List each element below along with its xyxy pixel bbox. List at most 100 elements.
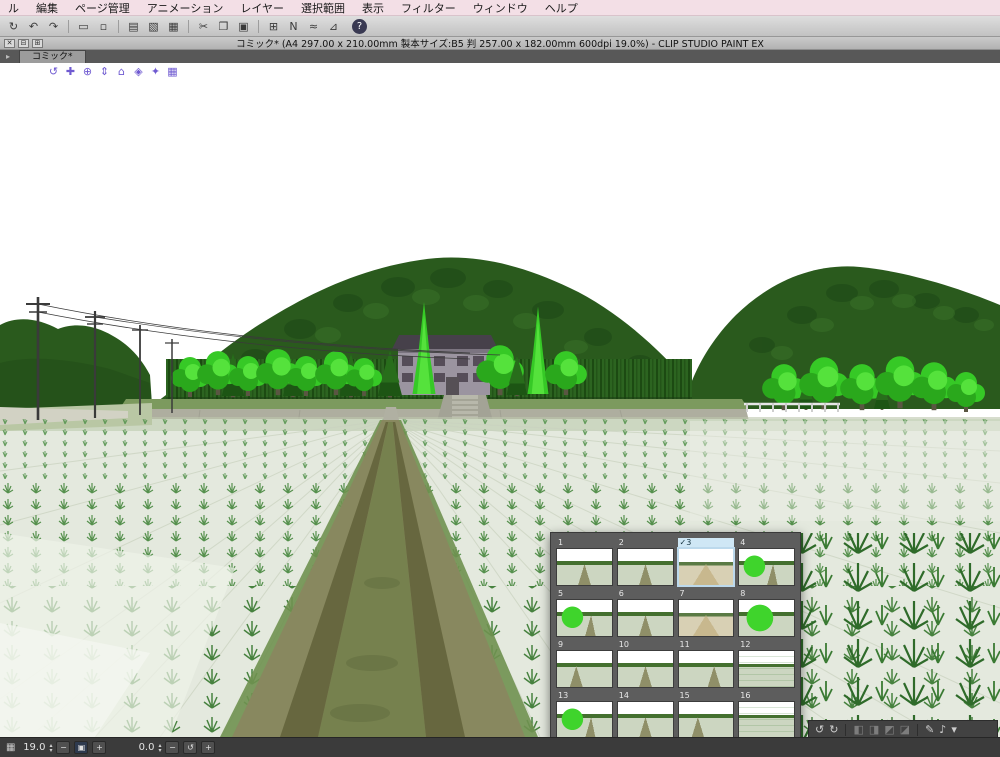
preset-thumbnail[interactable] [556,599,613,637]
menu-window[interactable]: ウィンドウ [473,0,528,16]
preset-item[interactable]: 12 [738,640,795,688]
rotate-canvas-icon[interactable]: ↻ [4,18,23,35]
preset-thumbnail[interactable] [616,599,674,637]
zoom-in-button[interactable]: + [92,741,107,754]
menu-selection[interactable]: 選択範囲 [301,0,345,16]
preset-thumbnail[interactable] [738,548,795,586]
open-icon[interactable]: ▧ [144,18,163,35]
menu-file[interactable]: ル [8,0,19,16]
pose-icon[interactable]: ◧ [853,724,863,735]
preset-thumbnail[interactable] [738,701,795,737]
material-icon[interactable]: ◨ [869,724,879,735]
next-camera-angle-icon[interactable]: ↻ [829,724,838,735]
light-source-icon[interactable]: ◩ [884,724,894,735]
menu-edit[interactable]: 編集 [36,0,58,16]
preset-thumbnail[interactable] [616,701,674,737]
preset-thumbnail[interactable] [616,548,674,586]
preset-thumbnail[interactable] [738,650,795,688]
preset-thumbnail[interactable] [556,548,613,586]
navigator-grid-icon[interactable]: ▦ [6,742,15,753]
menu-view[interactable]: 表示 [362,0,384,16]
status-bar: ▦ 19.0 ▴ ▾ − ▣ + 0.0 ▴ ▾ − ↺ + [0,737,1000,757]
preset-item[interactable]: 15 [677,691,735,737]
rotate-reset-button[interactable]: ↺ [183,741,198,754]
camera-pan-icon[interactable]: ✚ [63,65,78,79]
edit-object-icon[interactable]: ✎ [925,724,934,735]
tab-scroll-icon[interactable]: ▸ [2,51,14,63]
zoom-out-button[interactable]: − [56,741,71,754]
menu-filter[interactable]: フィルター [401,0,456,16]
preset-item[interactable]: 10 [616,640,674,688]
ground-plane-icon[interactable]: ◪ [900,724,910,735]
preset-thumbnail[interactable] [616,650,674,688]
help-icon[interactable]: ? [352,18,367,34]
more-options-icon[interactable]: ▾ [951,724,957,735]
preset-thumbnail[interactable] [556,701,613,737]
object-toolbar: ↺ ↻ ◧ ◨ ◩ ◪ ✎ ♪ ▾ [808,720,998,737]
preset-number: 1 [558,538,564,547]
rotation-stepper[interactable]: ▴ ▾ [158,742,161,753]
preset-number: 14 [618,691,629,700]
preset-item[interactable]: 8 [738,589,795,637]
preset-item[interactable]: 16 [738,691,795,737]
undo-icon[interactable]: ↶ [24,18,43,35]
save-icon[interactable]: ▦ [164,18,183,35]
sound-icon[interactable]: ♪ [939,724,946,735]
cut-icon[interactable]: ✂ [194,18,213,35]
camera-rotate-icon[interactable]: ↺ [46,65,61,79]
copy-icon[interactable]: ❐ [214,18,233,35]
zoom-value: 19.0 [23,742,46,753]
menu-help[interactable]: ヘルプ [545,0,578,16]
canvas-area[interactable]: ↺ ✚ ⊕ ⇕ ⌂ ◈ ✦ ▦ 1 2 ✓3 4 5 6 7 8 9 10 11… [0,63,1000,737]
step-down-icon: ▾ [49,746,53,754]
preset-item[interactable]: 13 [556,691,613,737]
preset-item[interactable]: 6 [616,589,674,637]
preset-item[interactable]: 11 [677,640,735,688]
grid-toggle-icon[interactable]: ▦ [165,65,180,79]
preset-thumbnail[interactable] [556,650,613,688]
camera-dolly-icon[interactable]: ⇕ [97,65,112,79]
perspective-icon[interactable]: ✦ [148,65,163,79]
grid-icon[interactable]: ⊞ [264,18,283,35]
preset-number: 13 [558,691,569,700]
preset-item[interactable]: 2 [616,538,674,586]
preset-thumbnail[interactable] [677,548,735,586]
camera-zoom-icon[interactable]: ⊕ [80,65,95,79]
prev-camera-angle-icon[interactable]: ↺ [815,724,824,735]
display-mode-icon[interactable]: ◈ [131,65,146,79]
menu-page-manage[interactable]: ページ管理 [75,0,130,16]
rotate-right-button[interactable]: + [201,741,216,754]
preset-item[interactable]: 4 [738,538,795,586]
preset-item[interactable]: 5 [556,589,613,637]
paste-icon[interactable]: ▣ [234,18,253,35]
preset-thumbnail[interactable] [677,701,735,737]
menu-animation[interactable]: アニメーション [147,0,224,16]
preset-thumbnail[interactable] [738,599,795,637]
rotate-left-button[interactable]: − [165,741,180,754]
main-toolbar: ↻ ↶ ↷ ▭ ▫ ▤ ▧ ▦ ✂ ❐ ▣ ⊞ N ≈ ⊿ ? [0,16,1000,37]
pen-icon[interactable]: N [284,18,303,35]
preset-thumbnail[interactable] [677,599,735,637]
preset-item[interactable]: 1 [556,538,613,586]
new-page-icon[interactable]: ▤ [124,18,143,35]
tab-comic[interactable]: コミック* [19,50,86,63]
preset-thumbnail[interactable] [677,650,735,688]
preset-panel: 1 2 ✓3 4 5 6 7 8 9 10 11 12 13 14 15 16 [550,532,801,737]
ruler-icon[interactable]: ⊿ [324,18,343,35]
deselect-icon[interactable]: ▫ [94,18,113,35]
preset-item-selected[interactable]: ✓3 [677,538,735,586]
preset-item[interactable]: 9 [556,640,613,688]
menu-bar: ル 編集 ページ管理 アニメーション レイヤー 選択範囲 表示 フィルター ウィ… [0,0,1000,16]
redo-icon[interactable]: ↷ [44,18,63,35]
preset-item[interactable]: 7 [677,589,735,637]
3d-scene[interactable] [0,63,1000,737]
curve-icon[interactable]: ≈ [304,18,323,35]
zoom-stepper[interactable]: ▴ ▾ [49,742,53,754]
preset-number: 5 [558,589,564,598]
fit-view-button[interactable]: ▣ [74,741,89,754]
menu-layer[interactable]: レイヤー [240,0,284,16]
camera-reset-icon[interactable]: ⌂ [114,65,129,79]
preset-item[interactable]: 14 [616,691,674,737]
preset-number: 9 [558,640,564,649]
select-icon[interactable]: ▭ [74,18,93,35]
